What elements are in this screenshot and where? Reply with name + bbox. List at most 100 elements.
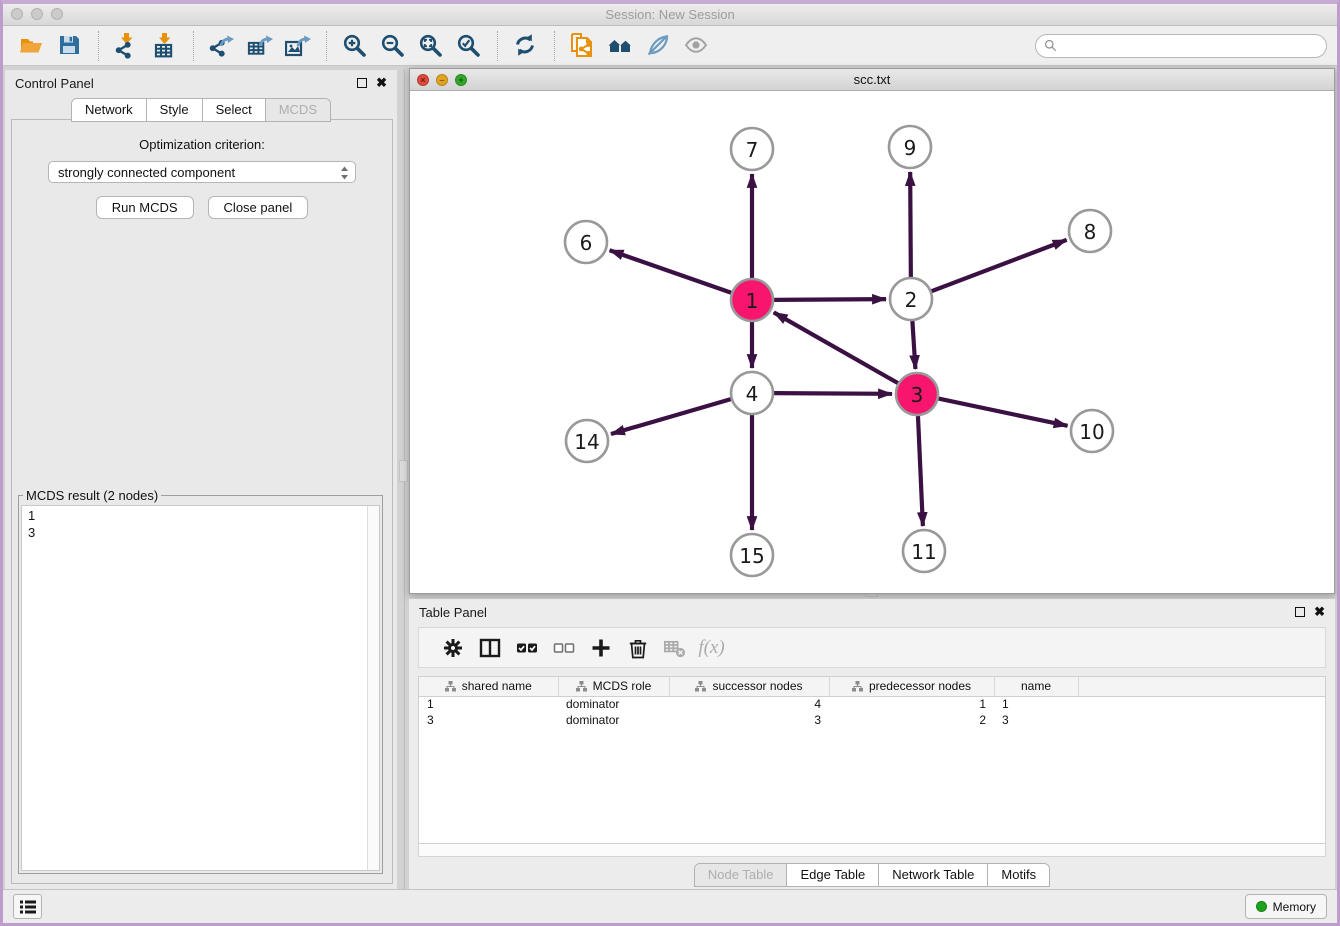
column-header-shared-name[interactable]: shared name (419, 677, 558, 696)
close-table-panel-icon[interactable]: ✖ (1314, 607, 1325, 617)
graph-node-10[interactable]: 10 (1071, 410, 1113, 452)
table-cell[interactable]: 4 (669, 696, 829, 712)
graph-edge-2-8[interactable] (932, 240, 1067, 291)
close-window-button[interactable] (11, 8, 23, 20)
save-session-button[interactable] (54, 30, 86, 62)
memory-button[interactable]: Memory (1245, 894, 1327, 919)
table-row[interactable]: 1dominator411 (419, 696, 1326, 712)
tab-mcds[interactable]: MCDS (266, 99, 330, 121)
tab-motifs[interactable]: Motifs (988, 864, 1049, 886)
minimize-window-button[interactable] (31, 8, 43, 20)
zoom-out-button[interactable] (377, 30, 409, 62)
float-table-panel-icon[interactable] (1295, 607, 1305, 617)
zoom-selected-button[interactable] (453, 30, 485, 62)
table-cell[interactable]: 3 (669, 712, 829, 728)
show-panels-button[interactable] (605, 30, 637, 62)
table-options-button[interactable] (434, 631, 471, 665)
export-table-button[interactable] (244, 30, 276, 62)
table-cell[interactable]: 3 (994, 712, 1078, 728)
maximize-window-button[interactable] (51, 8, 63, 20)
result-scrollbar[interactable] (367, 506, 379, 870)
network-zoom-button[interactable]: + (455, 74, 467, 86)
graph-node-14[interactable]: 14 (566, 420, 608, 462)
graph-edge-1-6[interactable] (610, 250, 732, 292)
table-cell[interactable]: 1 (829, 696, 994, 712)
search-input[interactable] (1062, 39, 1318, 53)
table-cell[interactable]: dominator (558, 712, 669, 728)
tab-network[interactable]: Network (72, 99, 147, 121)
graph-node-1[interactable]: 1 (731, 279, 773, 321)
close-panel-icon[interactable]: ✖ (376, 78, 387, 88)
run-mcds-button[interactable]: Run MCDS (96, 196, 194, 219)
clone-network-button[interactable] (567, 30, 599, 62)
fx-icon: f(x) (698, 637, 724, 659)
graph-node-label: 11 (911, 540, 936, 564)
graph-node-2[interactable]: 2 (890, 278, 932, 320)
export-table-icon (247, 33, 273, 59)
node-table: shared name MCDS role successor nodes pr… (418, 676, 1326, 844)
column-header-predecessor-nodes[interactable]: predecessor nodes (829, 677, 994, 696)
vertical-splitter-handle[interactable] (399, 460, 408, 482)
table-horizontal-scrollbar[interactable] (418, 844, 1326, 857)
table-cell[interactable]: 2 (829, 712, 994, 728)
column-header-successor-nodes[interactable]: successor nodes (669, 677, 829, 696)
table-cell[interactable]: 1 (994, 696, 1078, 712)
export-network-button[interactable] (206, 30, 238, 62)
trash-icon (627, 637, 649, 659)
criterion-dropdown[interactable]: strongly connected component (48, 161, 356, 183)
column-header-MCDS-role[interactable]: MCDS role (558, 677, 669, 696)
tab-select[interactable]: Select (203, 99, 266, 121)
graph-node-15[interactable]: 15 (731, 534, 773, 576)
tab-edge-table[interactable]: Edge Table (787, 864, 879, 886)
delete-column-button[interactable] (619, 631, 656, 665)
mcds-result-box[interactable]: 1 3 (21, 505, 380, 871)
float-panel-icon[interactable] (357, 78, 367, 88)
apply-layout-button[interactable] (510, 30, 542, 62)
tab-network-table[interactable]: Network Table (879, 864, 988, 886)
column-header-name[interactable]: name (994, 677, 1078, 696)
graph-node-8[interactable]: 8 (1069, 210, 1111, 252)
show-columns-button[interactable] (471, 631, 508, 665)
import-table-button[interactable] (149, 30, 181, 62)
graph-edge-3-1[interactable] (774, 312, 898, 383)
export-image-button[interactable] (282, 30, 314, 62)
network-window-titlebar[interactable]: × – + scc.txt (410, 69, 1334, 91)
zoom-fit-button[interactable] (415, 30, 447, 62)
graph-edge-2-3[interactable] (912, 321, 915, 369)
import-network-icon (114, 33, 140, 59)
graph-node-4[interactable]: 4 (731, 372, 773, 414)
graph-node-3[interactable]: 3 (896, 373, 938, 415)
tab-style[interactable]: Style (147, 99, 203, 121)
table-row[interactable]: 3dominator323 (419, 712, 1326, 728)
network-minimize-button[interactable]: – (436, 74, 448, 86)
add-column-button[interactable] (582, 631, 619, 665)
graph-edge-1-2[interactable] (774, 299, 886, 300)
table-cell[interactable]: 1 (419, 696, 558, 712)
zoom-fit-icon (418, 33, 444, 59)
graph-edge-4-3[interactable] (774, 393, 892, 394)
graph-node-7[interactable]: 7 (731, 128, 773, 170)
graph-node-6[interactable]: 6 (565, 221, 607, 263)
zoom-out-icon (380, 33, 406, 59)
graph-node-11[interactable]: 11 (903, 530, 945, 572)
open-session-button[interactable] (16, 30, 48, 62)
graph-node-9[interactable]: 9 (889, 126, 931, 168)
import-network-button[interactable] (111, 30, 143, 62)
close-panel-button[interactable]: Close panel (208, 196, 309, 219)
style-toggle-button[interactable] (643, 30, 675, 62)
table-cell[interactable]: 3 (419, 712, 558, 728)
tab-node-table[interactable]: Node Table (695, 864, 788, 886)
graph-edge-2-9[interactable] (910, 172, 911, 277)
search-field[interactable] (1035, 34, 1327, 58)
select-all-rows-button[interactable] (508, 631, 545, 665)
table-cell[interactable]: dominator (558, 696, 669, 712)
network-canvas[interactable]: 7 9 6 8 1 2 4 3 14 10 15 11 (410, 91, 1334, 592)
deselect-all-rows-button[interactable] (545, 631, 582, 665)
graph-edge-3-10[interactable] (939, 399, 1068, 426)
network-close-button[interactable]: × (417, 74, 429, 86)
zoom-in-button[interactable] (339, 30, 371, 62)
graph-edge-3-11[interactable] (918, 416, 923, 526)
graph-edge-4-14[interactable] (611, 399, 731, 434)
task-history-button[interactable] (13, 894, 42, 919)
mcds-panel: Optimization criterion: strongly connect… (11, 119, 393, 884)
